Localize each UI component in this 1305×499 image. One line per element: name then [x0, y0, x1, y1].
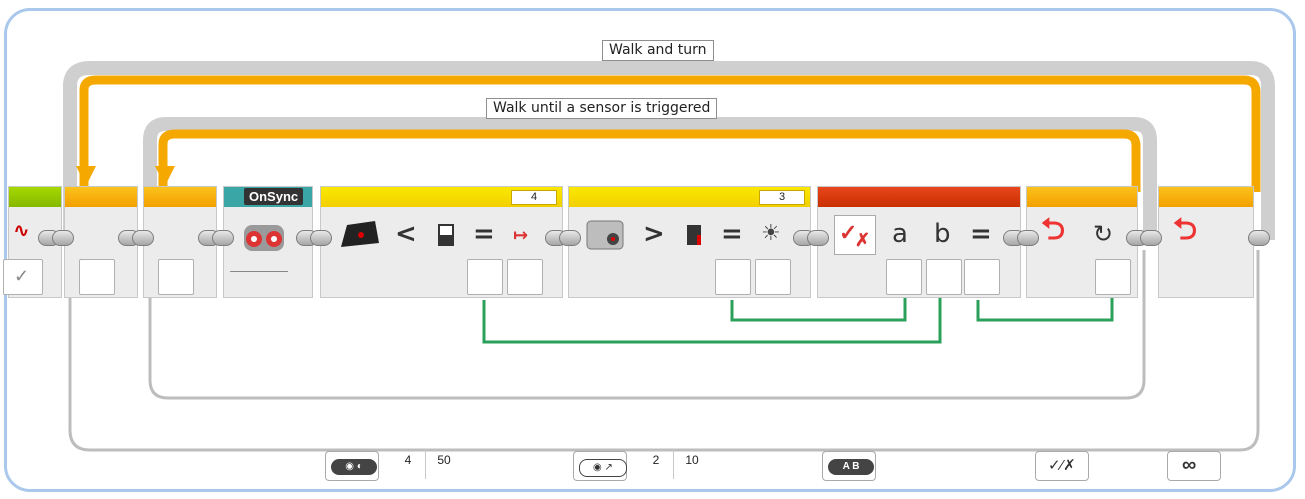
logic-eq: =	[970, 219, 992, 249]
sequence-plug[interactable]	[559, 230, 581, 246]
ir-eq: =	[473, 219, 495, 249]
inner-loop-output[interactable]	[158, 259, 194, 295]
reflected-light-icon	[687, 225, 701, 245]
color-sensor-compare-block[interactable]: 3 > = ☀ ◉ ↗ 2 10	[568, 186, 811, 481]
ir-operator: <	[395, 219, 417, 249]
inner-loop-label[interactable]: Walk until a sensor is triggered	[486, 98, 718, 119]
sequence-plug-end[interactable]	[1248, 230, 1270, 246]
logic-icon: ✓ ✗	[834, 215, 876, 255]
sequence-plug[interactable]	[310, 230, 332, 246]
outer-loop-mode-button[interactable]: ∞	[1167, 451, 1221, 481]
logic-input-b: b	[934, 219, 951, 249]
loop-condition-input[interactable]	[1095, 259, 1131, 295]
color-param1[interactable]: 2	[645, 453, 667, 467]
color-mode-pill-icon: ◉ ↗	[579, 459, 627, 477]
loop-mode-button[interactable]: ✓⁄✗	[1035, 451, 1089, 481]
logic-operations-block[interactable]: ✓ ✗ a b = A B	[817, 186, 1021, 481]
logic-input-a: a	[892, 219, 908, 249]
inner-loop-arrow	[155, 166, 175, 186]
logic-mode-button[interactable]: A B	[822, 451, 876, 481]
color-operator: >	[643, 219, 665, 249]
inner-loop-wire	[158, 129, 1141, 192]
ir-param2[interactable]: 50	[431, 453, 457, 467]
ir-param1[interactable]: 4	[397, 453, 419, 467]
outer-loop-arrow	[76, 166, 96, 186]
logic-mode-pill: A B	[828, 459, 874, 475]
color-output-value[interactable]	[755, 259, 791, 295]
color-output-result[interactable]	[715, 259, 751, 295]
color-sensor-icon	[586, 220, 624, 250]
ir-mode-pill-icon: ◉ ◐	[331, 459, 377, 475]
outer-loop-end-block[interactable]: ⮌ ∞	[1158, 186, 1254, 481]
logic-output-result[interactable]	[964, 259, 1000, 295]
loop-mode-symbol: ✓⁄✗	[1048, 457, 1076, 474]
sequence-plug[interactable]	[1017, 230, 1039, 246]
sync-label: OnSync	[244, 188, 304, 205]
outer-loop-label[interactable]: Walk and turn	[602, 40, 714, 61]
motor-icon	[244, 225, 284, 251]
logic-input-a-plug[interactable]	[886, 259, 922, 295]
light-icon: ☀	[761, 221, 781, 246]
ir-mode-button[interactable]: ◉ ◐	[325, 451, 379, 481]
loop-icon: ⮌	[1173, 212, 1198, 247]
sequence-plug[interactable]	[52, 230, 74, 246]
loop-icon: ⮌	[1041, 212, 1066, 247]
ir-output-result[interactable]	[467, 259, 503, 295]
ir-port[interactable]: 4	[511, 190, 557, 205]
program-canvas[interactable]: Walk and turn Walk until a sensor is tri…	[0, 0, 1305, 499]
check-mode-button[interactable]: ✓	[3, 259, 43, 295]
color-param2[interactable]: 10	[679, 453, 705, 467]
sequence-plug[interactable]	[1140, 230, 1162, 246]
distance-icon: ↦	[513, 225, 529, 246]
refresh-icon: ↻	[1093, 220, 1114, 248]
inner-loop-end-block[interactable]: ⮌ ↻ ✓⁄✗	[1026, 186, 1138, 481]
proximity-icon	[438, 224, 454, 246]
color-mode-button[interactable]: ◉ ↗	[573, 451, 627, 481]
curve-icon: ∿	[13, 218, 30, 242]
ir-sensor-compare-block[interactable]: 4 < = ↦ ◉ ◐ 4 50	[320, 186, 563, 481]
ir-output-value[interactable]	[507, 259, 543, 295]
logic-input-b-plug[interactable]	[926, 259, 962, 295]
sequence-plug[interactable]	[807, 230, 829, 246]
infinity-icon: ∞	[1182, 454, 1197, 476]
sequence-plug[interactable]	[132, 230, 154, 246]
outer-loop-output[interactable]	[79, 259, 115, 295]
color-port[interactable]: 3	[759, 190, 805, 205]
ir-sensor-icon	[341, 221, 379, 247]
color-eq: =	[721, 219, 743, 249]
sequence-plug[interactable]	[212, 230, 234, 246]
